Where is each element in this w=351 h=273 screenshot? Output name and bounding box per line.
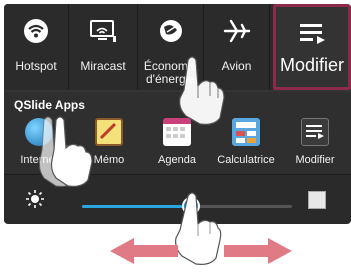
quick-setting-label: Hotspot [15, 59, 57, 73]
calculator-icon [232, 118, 260, 146]
swipe-left-right-arrow-icon [110, 238, 292, 264]
brightness-icon [26, 190, 44, 208]
quick-setting-hotspot[interactable]: Hotspot [4, 4, 69, 90]
airplane-icon [223, 18, 251, 49]
edit-list-icon [297, 19, 327, 52]
edit-list-icon [301, 118, 329, 146]
tap-hand-icon [179, 56, 225, 125]
qslide-edit-button[interactable]: Modifier [282, 116, 348, 172]
quick-setting-edit-button[interactable]: Modifier [273, 4, 351, 90]
quick-setting-label: Modifier [279, 55, 345, 75]
swipe-hand-icon [39, 116, 93, 187]
wifi-hotspot-icon [23, 18, 49, 49]
qslide-app-label: Calculatrice [217, 154, 275, 166]
qslide-app-label: Agenda [158, 154, 196, 166]
auto-brightness-checkbox[interactable] [308, 191, 326, 209]
energy-saving-icon [157, 18, 185, 49]
quick-setting-label: Miracast [80, 59, 126, 73]
miracast-icon [88, 18, 118, 49]
quick-setting-miracast[interactable]: Miracast [69, 4, 138, 90]
qslide-app-label: Modifier [295, 154, 335, 166]
